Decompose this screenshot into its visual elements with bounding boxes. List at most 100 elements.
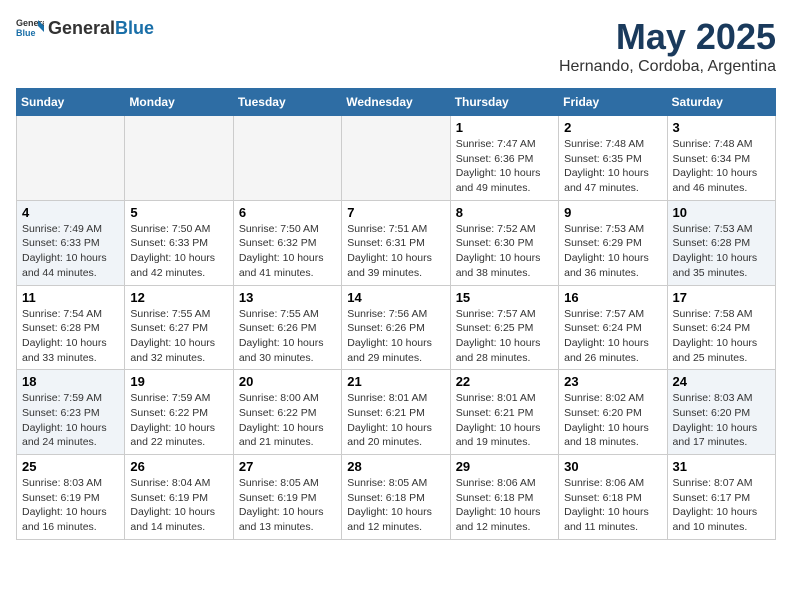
day-number: 18 <box>22 374 119 389</box>
weekday-header: Tuesday <box>233 89 341 116</box>
weekday-header: Monday <box>125 89 233 116</box>
day-number: 27 <box>239 459 336 474</box>
day-info: Sunrise: 7:55 AM Sunset: 6:27 PM Dayligh… <box>130 307 227 366</box>
calendar-title: May 2025 <box>559 16 776 58</box>
day-number: 6 <box>239 205 336 220</box>
day-info: Sunrise: 7:59 AM Sunset: 6:23 PM Dayligh… <box>22 391 119 450</box>
day-number: 11 <box>22 290 119 305</box>
day-number: 12 <box>130 290 227 305</box>
title-block: May 2025 Hernando, Cordoba, Argentina <box>559 16 776 76</box>
day-number: 9 <box>564 205 661 220</box>
calendar-day-cell: 3 Sunrise: 7:48 AM Sunset: 6:34 PM Daylig… <box>667 116 775 201</box>
calendar-day-cell: 24 Sunrise: 8:03 AM Sunset: 6:20 PM Dayli… <box>667 370 775 455</box>
calendar-day-cell: 22 Sunrise: 8:01 AM Sunset: 6:21 PM Dayli… <box>450 370 558 455</box>
day-info: Sunrise: 7:48 AM Sunset: 6:35 PM Dayligh… <box>564 137 661 196</box>
day-number: 8 <box>456 205 553 220</box>
day-info: Sunrise: 8:01 AM Sunset: 6:21 PM Dayligh… <box>456 391 553 450</box>
day-number: 4 <box>22 205 119 220</box>
day-number: 21 <box>347 374 444 389</box>
day-number: 30 <box>564 459 661 474</box>
day-info: Sunrise: 8:06 AM Sunset: 6:18 PM Dayligh… <box>456 476 553 535</box>
day-info: Sunrise: 7:52 AM Sunset: 6:30 PM Dayligh… <box>456 222 553 281</box>
day-info: Sunrise: 8:05 AM Sunset: 6:18 PM Dayligh… <box>347 476 444 535</box>
day-info: Sunrise: 8:02 AM Sunset: 6:20 PM Dayligh… <box>564 391 661 450</box>
day-info: Sunrise: 7:57 AM Sunset: 6:25 PM Dayligh… <box>456 307 553 366</box>
calendar-week-row: 4 Sunrise: 7:49 AM Sunset: 6:33 PM Daylig… <box>17 200 776 285</box>
calendar-day-cell: 30 Sunrise: 8:06 AM Sunset: 6:18 PM Dayli… <box>559 455 667 540</box>
calendar-day-cell: 19Sunrise: 7:59 AM Sunset: 6:22 PM Dayli… <box>125 370 233 455</box>
day-info: Sunrise: 7:56 AM Sunset: 6:26 PM Dayligh… <box>347 307 444 366</box>
weekday-header: Sunday <box>17 89 125 116</box>
day-info: Sunrise: 7:51 AM Sunset: 6:31 PM Dayligh… <box>347 222 444 281</box>
day-info: Sunrise: 7:50 AM Sunset: 6:33 PM Dayligh… <box>130 222 227 281</box>
day-info: Sunrise: 8:03 AM Sunset: 6:20 PM Dayligh… <box>673 391 770 450</box>
day-info: Sunrise: 7:53 AM Sunset: 6:29 PM Dayligh… <box>564 222 661 281</box>
calendar-day-cell: 29 Sunrise: 8:06 AM Sunset: 6:18 PM Dayli… <box>450 455 558 540</box>
day-info: Sunrise: 8:07 AM Sunset: 6:17 PM Dayligh… <box>673 476 770 535</box>
day-info: Sunrise: 7:57 AM Sunset: 6:24 PM Dayligh… <box>564 307 661 366</box>
calendar-week-row: 1 Sunrise: 7:47 AM Sunset: 6:36 PM Daylig… <box>17 116 776 201</box>
calendar-day-cell <box>342 116 450 201</box>
day-number: 28 <box>347 459 444 474</box>
day-info: Sunrise: 8:06 AM Sunset: 6:18 PM Dayligh… <box>564 476 661 535</box>
calendar-day-cell: 8 Sunrise: 7:52 AM Sunset: 6:30 PM Daylig… <box>450 200 558 285</box>
day-number: 24 <box>673 374 770 389</box>
calendar-day-cell: 10Sunrise: 7:53 AM Sunset: 6:28 PM Dayli… <box>667 200 775 285</box>
day-number: 20 <box>239 374 336 389</box>
calendar-table: SundayMondayTuesdayWednesdayThursdayFrid… <box>16 88 776 540</box>
calendar-day-cell: 28 Sunrise: 8:05 AM Sunset: 6:18 PM Dayli… <box>342 455 450 540</box>
calendar-week-row: 18 Sunrise: 7:59 AM Sunset: 6:23 PM Dayli… <box>17 370 776 455</box>
calendar-subtitle: Hernando, Cordoba, Argentina <box>559 58 776 76</box>
calendar-day-cell <box>233 116 341 201</box>
day-info: Sunrise: 8:03 AM Sunset: 6:19 PM Dayligh… <box>22 476 119 535</box>
calendar-day-cell: 17Sunrise: 7:58 AM Sunset: 6:24 PM Dayli… <box>667 285 775 370</box>
day-info: Sunrise: 7:58 AM Sunset: 6:24 PM Dayligh… <box>673 307 770 366</box>
day-info: Sunrise: 7:47 AM Sunset: 6:36 PM Dayligh… <box>456 137 553 196</box>
day-number: 5 <box>130 205 227 220</box>
day-number: 14 <box>347 290 444 305</box>
day-number: 7 <box>347 205 444 220</box>
calendar-day-cell: 4 Sunrise: 7:49 AM Sunset: 6:33 PM Daylig… <box>17 200 125 285</box>
day-number: 26 <box>130 459 227 474</box>
day-number: 22 <box>456 374 553 389</box>
weekday-header: Saturday <box>667 89 775 116</box>
day-info: Sunrise: 8:00 AM Sunset: 6:22 PM Dayligh… <box>239 391 336 450</box>
day-number: 23 <box>564 374 661 389</box>
day-number: 10 <box>673 205 770 220</box>
calendar-day-cell: 26 Sunrise: 8:04 AM Sunset: 6:19 PM Dayli… <box>125 455 233 540</box>
day-number: 2 <box>564 120 661 135</box>
calendar-day-cell: 25 Sunrise: 8:03 AM Sunset: 6:19 PM Dayli… <box>17 455 125 540</box>
day-info: Sunrise: 7:49 AM Sunset: 6:33 PM Dayligh… <box>22 222 119 281</box>
page-header: General Blue GeneralBlue May 2025 Hernan… <box>16 16 776 76</box>
svg-text:Blue: Blue <box>16 28 36 38</box>
calendar-day-cell: 1 Sunrise: 7:47 AM Sunset: 6:36 PM Daylig… <box>450 116 558 201</box>
day-number: 1 <box>456 120 553 135</box>
calendar-day-cell: 2 Sunrise: 7:48 AM Sunset: 6:35 PM Daylig… <box>559 116 667 201</box>
calendar-day-cell: 14 Sunrise: 7:56 AM Sunset: 6:26 PM Dayli… <box>342 285 450 370</box>
day-number: 15 <box>456 290 553 305</box>
day-number: 19 <box>130 374 227 389</box>
day-info: Sunrise: 7:55 AM Sunset: 6:26 PM Dayligh… <box>239 307 336 366</box>
calendar-day-cell: 12 Sunrise: 7:55 AM Sunset: 6:27 PM Dayli… <box>125 285 233 370</box>
calendar-day-cell: 9 Sunrise: 7:53 AM Sunset: 6:29 PM Daylig… <box>559 200 667 285</box>
calendar-day-cell: 13Sunrise: 7:55 AM Sunset: 6:26 PM Dayli… <box>233 285 341 370</box>
day-info: Sunrise: 8:04 AM Sunset: 6:19 PM Dayligh… <box>130 476 227 535</box>
weekday-header: Thursday <box>450 89 558 116</box>
logo-general: General <box>48 18 115 38</box>
calendar-day-cell: 18 Sunrise: 7:59 AM Sunset: 6:23 PM Dayli… <box>17 370 125 455</box>
calendar-day-cell <box>125 116 233 201</box>
logo-blue: Blue <box>115 18 154 38</box>
day-number: 29 <box>456 459 553 474</box>
calendar-week-row: 11Sunrise: 7:54 AM Sunset: 6:28 PM Dayli… <box>17 285 776 370</box>
day-info: Sunrise: 7:50 AM Sunset: 6:32 PM Dayligh… <box>239 222 336 281</box>
calendar-day-cell: 7 Sunrise: 7:51 AM Sunset: 6:31 PM Daylig… <box>342 200 450 285</box>
calendar-day-cell: 5 Sunrise: 7:50 AM Sunset: 6:33 PM Daylig… <box>125 200 233 285</box>
day-info: Sunrise: 7:48 AM Sunset: 6:34 PM Dayligh… <box>673 137 770 196</box>
day-number: 3 <box>673 120 770 135</box>
day-info: Sunrise: 8:01 AM Sunset: 6:21 PM Dayligh… <box>347 391 444 450</box>
day-info: Sunrise: 8:05 AM Sunset: 6:19 PM Dayligh… <box>239 476 336 535</box>
calendar-day-cell: 6 Sunrise: 7:50 AM Sunset: 6:32 PM Daylig… <box>233 200 341 285</box>
day-number: 25 <box>22 459 119 474</box>
calendar-day-cell <box>17 116 125 201</box>
weekday-header: Friday <box>559 89 667 116</box>
